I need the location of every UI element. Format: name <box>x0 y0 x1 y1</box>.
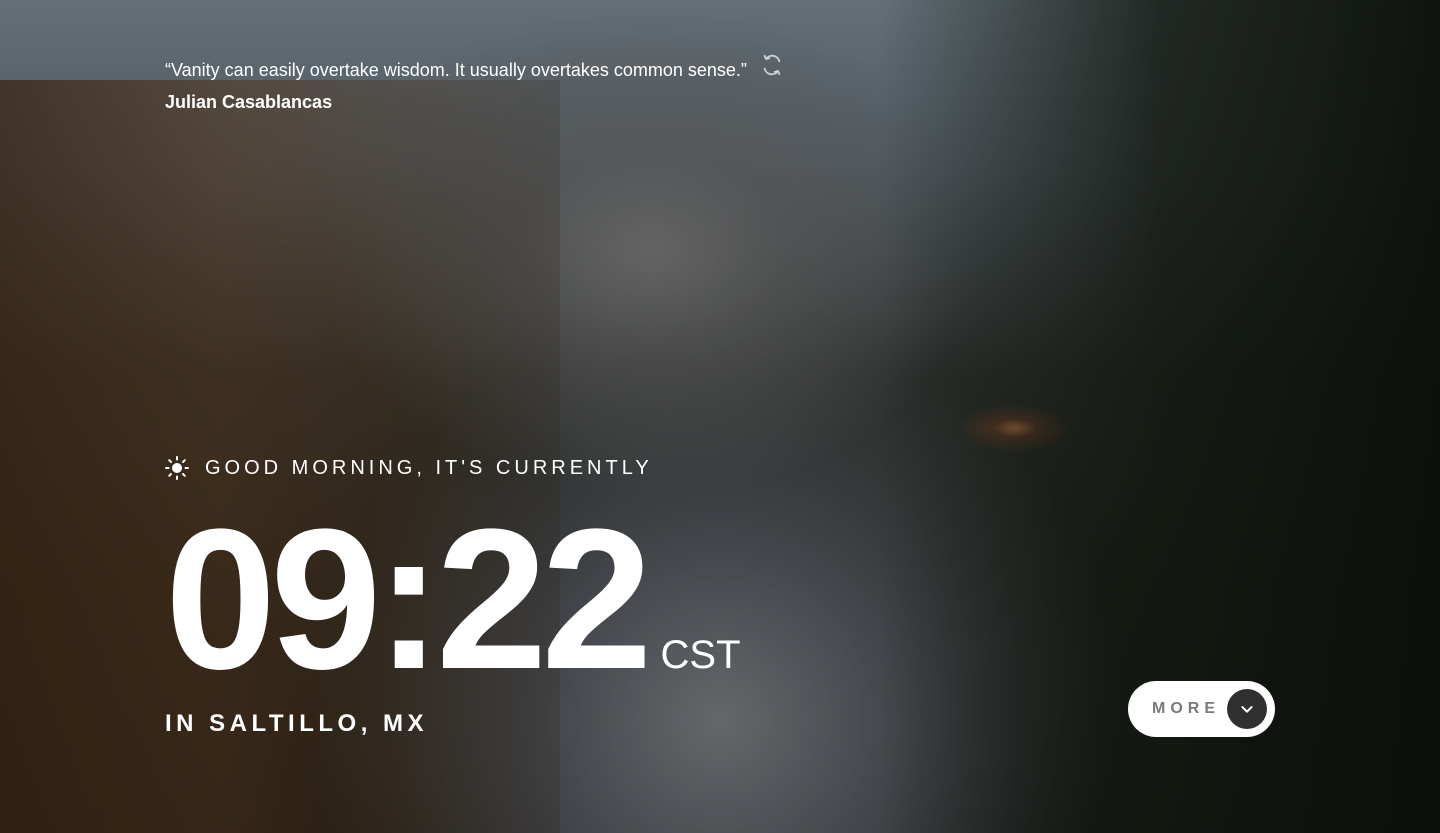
quote-author: Julian Casablancas <box>165 92 333 112</box>
quote-row: “Vanity can easily overtake wisdom. It u… <box>165 54 845 82</box>
current-time: 09:22 <box>165 488 653 711</box>
chevron-down-icon[interactable] <box>1227 689 1267 729</box>
refresh-icon[interactable] <box>761 54 783 76</box>
quote-text: “Vanity can easily overtake wisdom. It u… <box>165 60 747 80</box>
quote-section: “Vanity can easily overtake wisdom. It u… <box>165 54 845 113</box>
sun-icon <box>165 456 189 480</box>
timezone: CST <box>660 633 741 677</box>
clock: 09:22 CST <box>165 500 741 700</box>
greeting-text: GOOD MORNING, IT'S CURRENTLY <box>205 456 653 479</box>
location: IN SALTILLO, MX <box>165 710 429 737</box>
more-button-label: MORE <box>1152 700 1220 717</box>
more-button[interactable]: MORE <box>1128 681 1275 737</box>
greeting: GOOD MORNING, IT'S CURRENTLY <box>165 456 653 480</box>
